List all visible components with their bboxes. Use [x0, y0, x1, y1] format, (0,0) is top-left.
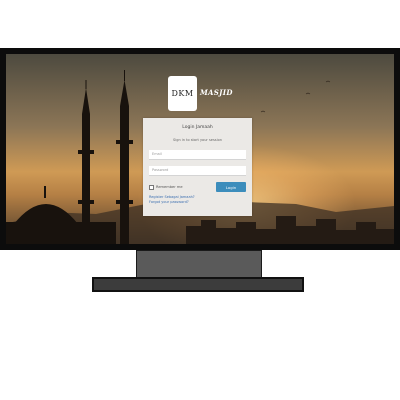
monitor-stand-neck: [136, 250, 262, 278]
right-minaret: [120, 106, 129, 244]
login-subtitle: Sign in to start your session: [173, 138, 222, 142]
bird: [325, 80, 331, 83]
monitor-stand-base: [92, 277, 304, 292]
login-screen: DKM MASJID Login Jamaah Sign in to start…: [6, 54, 394, 244]
brand-name: MASJID: [200, 88, 233, 97]
brand-logo: DKM: [168, 76, 197, 111]
left-minaret-cone: [82, 88, 90, 114]
register-link[interactable]: Register Sebagai Jamaah?: [149, 195, 246, 199]
right-minaret-balcony-top: [116, 140, 133, 144]
bird: [260, 110, 266, 113]
remember-me-checkbox[interactable]: [149, 184, 154, 190]
right-minaret-cone: [120, 80, 129, 106]
mosque-base: [6, 222, 116, 244]
remember-me[interactable]: Remember me: [149, 184, 183, 190]
mosque-dome: [14, 204, 78, 224]
left-minaret-balcony-top: [78, 150, 94, 154]
left-minaret-balcony-bottom: [78, 200, 94, 204]
left-minaret-finial: [85, 80, 87, 89]
right-minaret-balcony-bottom: [116, 200, 133, 204]
brand-logo-text: DKM: [171, 89, 194, 98]
password-field[interactable]: Password: [149, 166, 246, 176]
login-actions-row: Remember me Login: [149, 182, 246, 192]
bird: [305, 92, 311, 95]
email-field[interactable]: Email: [149, 150, 246, 160]
dome-spire: [44, 186, 46, 198]
remember-me-label: Remember me: [156, 185, 183, 189]
login-title: Login Jamaah: [182, 125, 213, 130]
login-card: Login Jamaah Sign in to start your sessi…: [143, 118, 252, 216]
left-minaret: [82, 114, 90, 244]
forgot-password-link[interactable]: Forgot your password?: [149, 200, 246, 204]
right-minaret-finial: [124, 70, 125, 81]
monitor-frame: DKM MASJID Login Jamaah Sign in to start…: [0, 48, 400, 250]
login-button[interactable]: Login: [216, 182, 246, 192]
